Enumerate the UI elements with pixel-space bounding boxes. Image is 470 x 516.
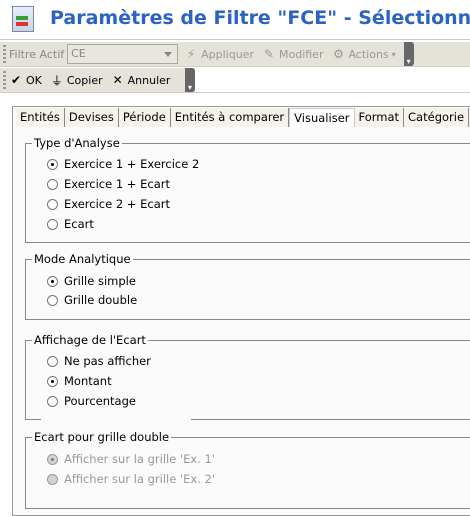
ok-label: OK <box>26 73 42 87</box>
active-filter-value: CE <box>71 47 86 60</box>
apply-button[interactable]: ⚡ Appliquer <box>184 47 254 61</box>
cancel-button[interactable]: ✕ Annuler <box>111 73 171 87</box>
option-label: Pourcentage <box>64 394 136 408</box>
filter-settings-logo-icon <box>12 6 34 32</box>
analysis-type-group: Type d'Analyse Exercice 1 + Exercice 2 E… <box>25 136 470 243</box>
tab-entites[interactable]: Entités <box>16 108 65 127</box>
radio-grille-double[interactable]: Grille double <box>47 293 137 307</box>
radio-icon <box>47 395 58 407</box>
group-title: Ecart pour grille double <box>32 430 172 444</box>
window-header: Paramètres de Filtre "FCE" - Sélectionne… <box>0 0 470 40</box>
toolbar-overflow-button[interactable]: ▾ <box>403 42 414 66</box>
double-grid-variance-group: Ecart pour grille double Afficher sur la… <box>25 430 470 509</box>
tab-bar: Entités Devises Période Entités à compar… <box>16 108 470 127</box>
apply-label: Appliquer <box>201 47 254 61</box>
radio-selected-icon <box>47 275 58 287</box>
radio-ex1-ex2[interactable]: Exercice 1 + Exercice 2 <box>47 157 199 171</box>
radio-grille-simple[interactable]: Grille simple <box>47 274 136 288</box>
analytic-mode-group: Mode Analytique Grille simple Grille dou… <box>25 252 470 320</box>
group-title: Type d'Analyse <box>32 136 122 150</box>
option-label: Montant <box>64 374 112 388</box>
check-icon: ✔ <box>10 73 22 87</box>
radio-ex2-ecart[interactable]: Exercice 2 + Ecart <box>47 197 170 211</box>
option-label: Exercice 2 + Ecart <box>64 197 170 211</box>
radio-ex1-ecart[interactable]: Exercice 1 + Ecart <box>47 177 170 191</box>
action-toolbar: ✔ OK ⏚ Copier ✕ Annuler ▾ <box>0 68 470 93</box>
option-label: Ecart <box>64 217 94 231</box>
radio-icon <box>47 198 58 210</box>
variance-display-group: Affichage de l'Ecart Ne pas afficher Mon… <box>25 333 470 420</box>
radio-icon <box>47 294 58 306</box>
modify-button[interactable]: ✎ Modifier <box>262 47 324 61</box>
group-title: Mode Analytique <box>32 252 133 266</box>
actions-button[interactable]: ⚙ Actions ▾ <box>331 47 396 61</box>
toolbar-grip[interactable] <box>3 71 6 89</box>
toolbar-overflow-button[interactable]: ▾ <box>185 68 195 92</box>
radio-selected-icon <box>47 453 58 465</box>
radio-ne-pas-afficher[interactable]: Ne pas afficher <box>47 354 151 368</box>
filter-copy-icon: ⏚ <box>50 73 63 88</box>
radio-grille-ex1[interactable]: Afficher sur la grille 'Ex. 1' <box>47 452 215 466</box>
option-label: Exercice 1 + Ecart <box>64 177 170 191</box>
radio-icon <box>47 473 58 485</box>
radio-montant[interactable]: Montant <box>47 374 112 388</box>
close-icon: ✕ <box>112 73 123 87</box>
group-title: Affichage de l'Ecart <box>32 333 148 347</box>
actions-label: Actions <box>348 47 389 61</box>
gear-icon: ⚙ <box>333 47 344 61</box>
modify-label: Modifier <box>278 47 324 61</box>
copy-button[interactable]: ⏚ Copier <box>50 72 103 89</box>
radio-icon <box>47 218 58 230</box>
active-filter-select[interactable]: CE <box>67 44 179 64</box>
tab-devises[interactable]: Devises <box>65 108 119 127</box>
radio-selected-icon <box>47 375 58 387</box>
chevron-down-icon <box>164 52 173 61</box>
toolbar-grip[interactable] <box>3 45 6 63</box>
radio-ecart[interactable]: Ecart <box>47 217 94 231</box>
option-label: Afficher sur la grille 'Ex. 1' <box>64 452 215 466</box>
radio-pourcentage[interactable]: Pourcentage <box>47 394 136 408</box>
ok-button[interactable]: ✔ OK <box>9 73 42 87</box>
option-label: Afficher sur la grille 'Ex. 2' <box>64 472 215 486</box>
chevron-down-icon: ▾ <box>391 49 396 59</box>
filter-apply-icon: ⚡ <box>186 47 196 61</box>
option-label: Grille double <box>64 293 138 307</box>
border-gap <box>41 418 191 421</box>
radio-icon <box>47 355 58 367</box>
tab-format[interactable]: Format <box>355 108 405 127</box>
copy-label: Copier <box>66 73 103 87</box>
page-title: Paramètres de Filtre "FCE" - Sélectionne… <box>50 7 470 29</box>
tab-periode[interactable]: Période <box>119 108 171 127</box>
cancel-label: Annuler <box>127 73 171 87</box>
filter-edit-icon: ✎ <box>263 47 275 61</box>
radio-icon <box>47 178 58 190</box>
filter-toolbar: Filtre Actif CE ⚡ Appliquer ✎ Modifier ⚙ Ac… <box>0 42 470 67</box>
option-label: Ne pas afficher <box>64 354 151 368</box>
tab-visualiser[interactable]: Visualiser <box>289 108 355 127</box>
option-label: Grille simple <box>64 274 136 288</box>
tab-categorie[interactable]: Catégorie <box>404 108 470 127</box>
active-filter-label: Filtre Actif <box>9 47 65 61</box>
radio-selected-icon <box>47 158 58 170</box>
radio-grille-ex2[interactable]: Afficher sur la grille 'Ex. 2' <box>47 472 215 486</box>
option-label: Exercice 1 + Exercice 2 <box>64 157 200 171</box>
tab-entites-a-comparer[interactable]: Entités à comparer <box>171 108 290 127</box>
